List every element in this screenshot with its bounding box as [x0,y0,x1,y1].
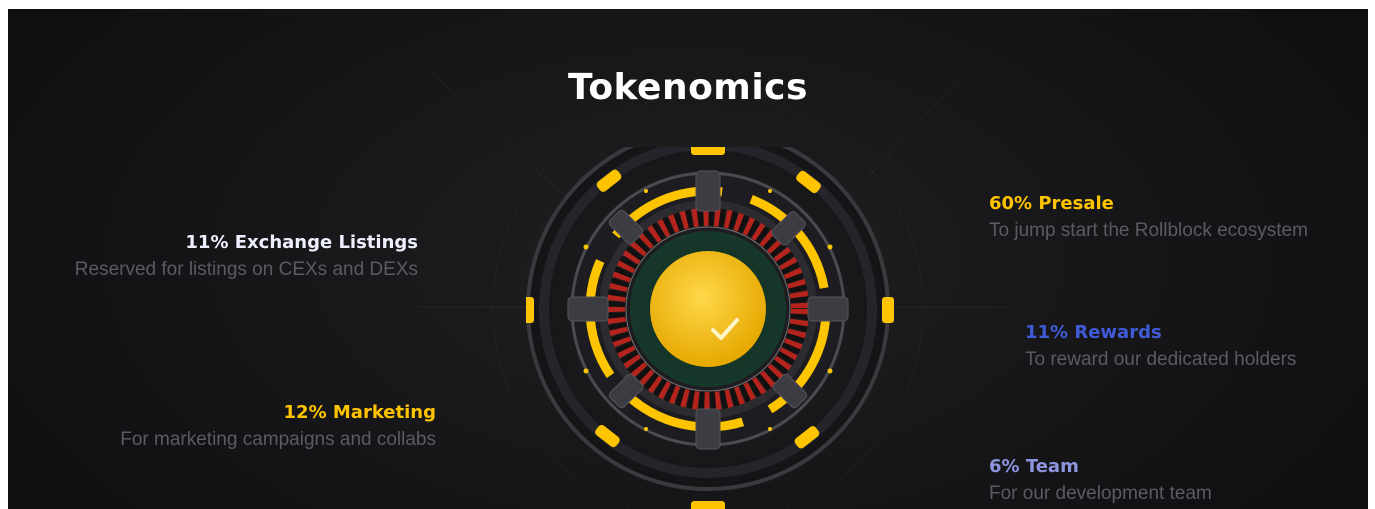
allocation-exchange-listings: 11% Exchange Listings Reserved for listi… [48,232,418,281]
allocation-label: 60% Presale [989,193,1114,214]
allocation-label: 11% Rewards [1025,322,1162,343]
allocation-description: To reward our dedicated holders [1025,349,1297,370]
allocation-description: For our development team [989,483,1212,504]
allocation-description: To jump start the Rollblock ecosystem [989,220,1308,241]
allocation-label: 11% Exchange Listings [185,232,418,253]
section-title: Tokenomics [568,67,808,109]
allocation-marketing: 12% Marketing For marketing campaigns an… [68,402,436,451]
checkmark-icon [711,318,739,340]
allocation-label: 6% Team [989,456,1079,477]
allocation-presale: 60% Presale To jump start the Rollblock … [989,193,1308,242]
tokenomics-section: Tokenomics 11% Exchange Listings Reserve… [8,9,1368,509]
allocation-label: 12% Marketing [283,402,436,423]
allocation-description: For marketing campaigns and collabs [120,429,436,450]
allocation-rewards: 11% Rewards To reward our dedicated hold… [1025,322,1296,371]
allocation-team: 6% Team For our development team [989,456,1212,505]
allocation-description: Reserved for listings on CEXs and DEXs [74,259,418,280]
page: Tokenomics 11% Exchange Listings Reserve… [0,0,1375,509]
